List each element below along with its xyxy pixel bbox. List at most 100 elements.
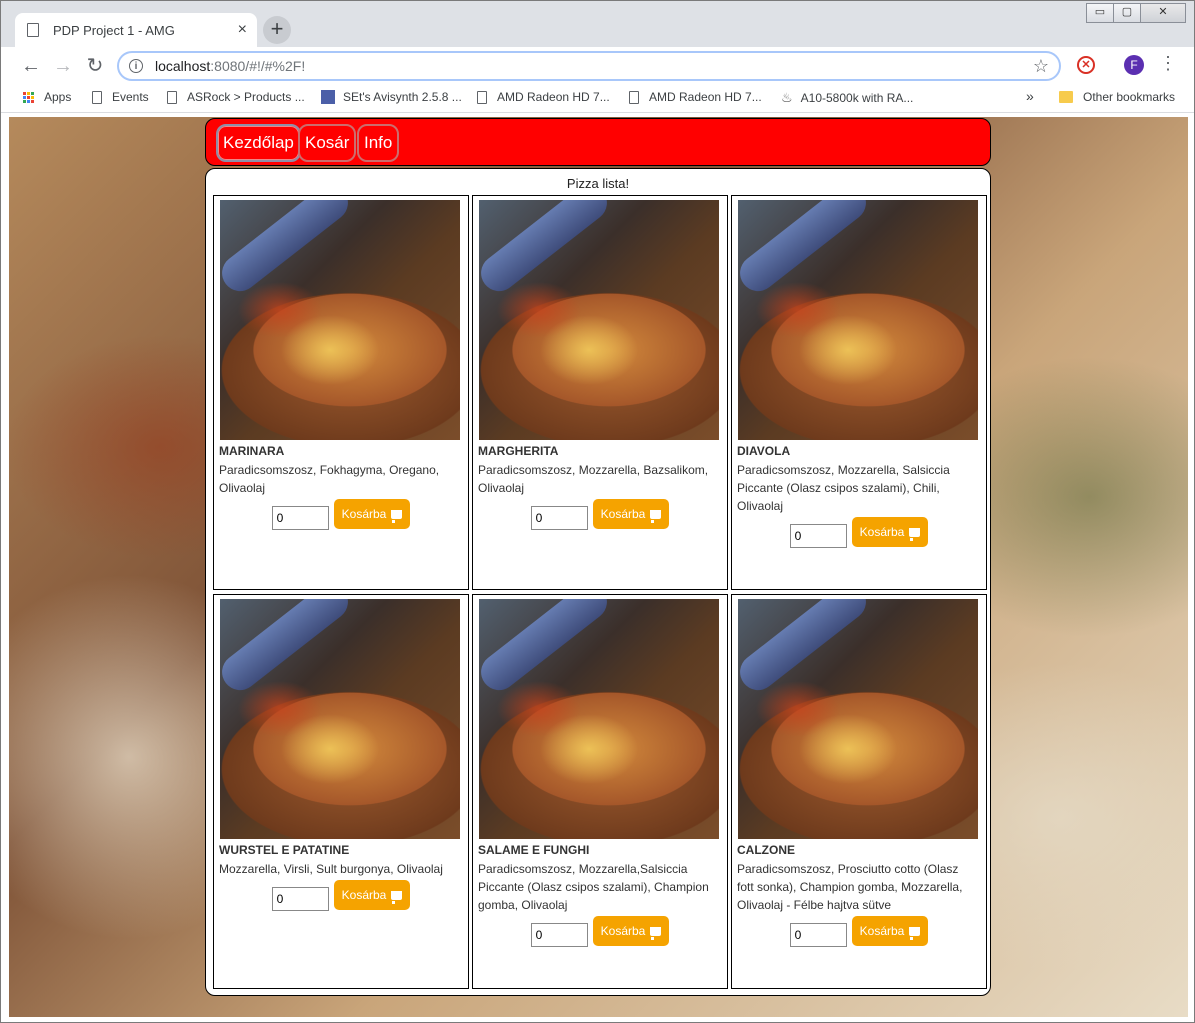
extension-blocker-icon[interactable]: ✕ [1077,56,1095,74]
page-icon [27,23,39,37]
pizza-card: MARGHERITA Paradicsomszosz, Mozzarella, … [472,195,728,590]
pizza-description: Paradicsomszosz, Fokhagyma, Oregano, Oli… [219,463,440,495]
quantity-input[interactable] [530,506,588,530]
pizza-name: MARGHERITA [478,444,559,458]
add-to-cart-button[interactable]: Kosárba [592,916,670,946]
page-viewport: Kezdőlap Kosár Info Pizza lista! MARINAR… [9,117,1188,1017]
order-row: Kosárba [214,499,468,530]
site-icon [321,90,335,104]
back-arrow-icon[interactable]: ← [19,55,43,77]
order-row: Kosárba [732,916,986,947]
add-to-cart-label: Kosárba [859,924,905,938]
pizza-card: MARINARA Paradicsomszosz, Fokhagyma, Ore… [213,195,469,590]
add-to-cart-button[interactable]: Kosárba [851,916,929,946]
bookmark-label: AMD Radeon HD 7... [649,90,762,104]
nav-home-button[interactable]: Kezdőlap [216,124,301,162]
browser-toolbar: ← → ↻ i localhost:8080/#!/#%2F! ☆ [1,47,1194,85]
pizza-image [479,200,719,440]
add-to-cart-label: Kosárba [600,507,646,521]
pizza-name: WURSTEL E PATATINE [219,843,350,857]
order-row: Kosárba [473,916,727,947]
minimize-button[interactable]: ▭ [1086,3,1114,23]
pizza-card: SALAME E FUNGHI Paradicsomszosz, Mozzare… [472,594,728,989]
window-controls: ▭ ▢ ✕ [1086,3,1186,23]
forward-arrow-icon[interactable]: → [51,55,75,77]
tab-strip: PDP Project 1 - AMG × + ▭ ▢ ✕ [1,1,1194,47]
add-to-cart-button[interactable]: Kosárba [333,880,411,910]
pizza-description: Paradicsomszosz, Mozzarella,Salsiccia Pi… [478,862,709,912]
add-to-cart-label: Kosárba [859,525,905,539]
tab-title: PDP Project 1 - AMG [53,22,175,38]
order-row: Kosárba [214,880,468,911]
cart-icon [391,509,403,523]
pizza-image [220,200,460,440]
quantity-input[interactable] [530,923,588,947]
pizza-name: MARINARA [219,444,285,458]
pizza-card: DIAVOLA Paradicsomszosz, Mozzarella, Sal… [731,195,987,590]
add-to-cart-button[interactable]: Kosárba [851,517,929,547]
add-to-cart-label: Kosárba [341,888,387,902]
pizza-card: CALZONE Paradicsomszosz, Prosciutto cott… [731,594,987,989]
bookmark-amd-2[interactable]: AMD Radeon HD 7... [629,90,762,104]
cart-icon [909,527,921,541]
cart-icon [650,926,662,940]
close-window-button[interactable]: ✕ [1140,3,1186,23]
bookmark-a10[interactable]: ♨ A10-5800k with RA... [781,90,913,106]
pizza-description: Paradicsomszosz, Mozzarella, Bazsalikom,… [478,463,709,495]
order-row: Kosárba [473,499,727,530]
quantity-input[interactable] [271,506,329,530]
add-to-cart-label: Kosárba [600,924,646,938]
info-icon[interactable]: i [129,59,143,73]
order-row: Kosárba [732,517,986,548]
add-to-cart-button[interactable]: Kosárba [592,499,670,529]
bookmark-label: AMD Radeon HD 7... [497,90,610,104]
site-navbar: Kezdőlap Kosár Info [205,118,991,166]
cart-icon [650,509,662,523]
tab-close-icon[interactable]: × [238,21,247,39]
bookmark-asrock[interactable]: ASRock > Products ... [167,90,305,104]
reload-icon[interactable]: ↻ [83,55,107,77]
page-icon [477,90,487,104]
address-bar[interactable]: i localhost:8080/#!/#%2F! ☆ [117,51,1061,81]
restore-button[interactable]: ▢ [1113,3,1141,23]
pizza-card: WURSTEL E PATATINE Mozzarella, Virsli, S… [213,594,469,989]
browser-tab[interactable]: PDP Project 1 - AMG × [15,13,257,47]
pizza-image [738,200,978,440]
url-text[interactable]: localhost:8080/#!/#%2F! [155,58,1033,74]
new-tab-button[interactable]: + [263,16,291,44]
bookmarks-overflow-button[interactable]: » [1026,88,1034,104]
pizza-image [738,599,978,839]
url-path: :8080/#!/#%2F! [210,58,306,74]
bookmark-label: SEt's Avisynth 2.5.8 ... [343,90,462,104]
more-menu-icon[interactable]: ⋮ [1159,53,1177,74]
pizza-description: Paradicsomszosz, Prosciutto cotto (Olasz… [737,862,963,912]
quantity-input[interactable] [789,524,847,548]
other-bookmarks[interactable]: Other bookmarks [1059,90,1175,104]
bookmark-amd-1[interactable]: AMD Radeon HD 7... [477,90,610,104]
add-to-cart-label: Kosárba [341,507,387,521]
bookmark-apps[interactable]: Apps [23,90,71,104]
bookmark-label: ASRock > Products ... [187,90,305,104]
profile-avatar[interactable]: F [1124,55,1144,75]
url-host: localhost [155,58,211,74]
bookmark-label: A10-5800k with RA... [800,91,914,105]
bookmark-label: Events [112,90,149,104]
apps-grid-icon [23,91,34,103]
cart-icon [909,926,921,940]
pizza-list-panel: Pizza lista! MARINARA Paradicsomszosz, F… [205,168,991,996]
page-icon [629,90,639,104]
bookmark-star-icon[interactable]: ☆ [1033,56,1049,77]
browser-window: PDP Project 1 - AMG × + ▭ ▢ ✕ ← → ↻ i lo… [0,0,1195,1023]
pizza-name: DIAVOLA [737,444,791,458]
nav-cart-button[interactable]: Kosár [298,124,357,162]
pizza-description: Paradicsomszosz, Mozzarella, Salsiccia P… [737,463,950,513]
bookmark-events[interactable]: Events [92,90,149,104]
quantity-input[interactable] [271,887,329,911]
nav-info-button[interactable]: Info [357,124,400,162]
quantity-input[interactable] [789,923,847,947]
add-to-cart-button[interactable]: Kosárba [333,499,411,529]
pizza-description: Mozzarella, Virsli, Sult burgonya, Oliva… [219,862,443,876]
flame-icon: ♨ [781,90,793,105]
bookmark-avisynth[interactable]: SEt's Avisynth 2.5.8 ... [321,90,462,104]
bookmark-label: Other bookmarks [1083,90,1176,104]
